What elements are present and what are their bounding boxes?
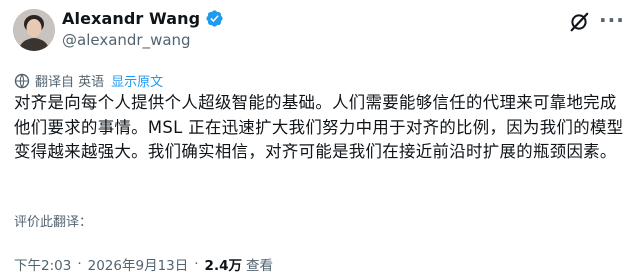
tweet-text: 对齐是向每个人提供个人超级智能的基础。人们需要能够信任的代理来可靠地完成他们要求… <box>14 93 624 161</box>
translate-icon <box>14 73 30 88</box>
more-options-icon[interactable]: ··· <box>599 10 625 30</box>
tweet-time[interactable]: 下午2:03 <box>14 254 71 274</box>
verified-badge-icon <box>206 10 223 27</box>
views-label: 查看 <box>245 258 273 274</box>
views-count[interactable]: 2.4万 <box>205 254 242 274</box>
rate-translation-label[interactable]: 评价此翻译： <box>14 211 92 230</box>
translation-label: 翻译自 英语 <box>35 75 105 90</box>
tweet-meta: 下午2:03 · 2026年9月13日 · 2.4万 查看 <box>14 254 273 274</box>
user-avatar-icon <box>13 9 55 51</box>
show-original-link[interactable]: 显示原文 <box>111 71 163 90</box>
tweet-date[interactable]: 2026年9月13日 <box>88 254 189 274</box>
avatar[interactable] <box>13 9 55 51</box>
translation-bar: 翻译自 英语 显示原文 <box>14 71 163 90</box>
author-handle[interactable]: @alexandr_wang <box>62 31 191 49</box>
meta-separator: · <box>194 256 199 272</box>
grok-icon[interactable] <box>568 11 590 33</box>
meta-separator: · <box>77 256 82 272</box>
display-name[interactable]: Alexandr Wang <box>62 9 200 28</box>
author-name-row: Alexandr Wang <box>62 9 224 28</box>
